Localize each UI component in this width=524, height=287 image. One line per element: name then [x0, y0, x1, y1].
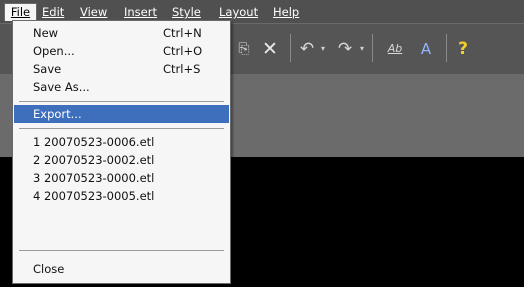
toolbar-separator — [372, 34, 373, 62]
font-icon[interactable]: A — [414, 37, 438, 61]
delete-icon[interactable]: ✕ — [258, 37, 282, 61]
menu-separator — [19, 128, 224, 129]
menu-style[interactable]: Style — [172, 4, 201, 20]
toolbar-separator — [290, 34, 291, 62]
menu-edit[interactable]: Edit — [42, 4, 64, 20]
spelling-icon[interactable]: Ab — [380, 37, 410, 61]
menu-item-save[interactable]: Save Ctrl+S — [14, 61, 229, 78]
menu-item-new[interactable]: New Ctrl+N — [14, 25, 229, 42]
menu-separator — [19, 250, 224, 251]
menu-view[interactable]: View — [80, 4, 107, 20]
menu-separator — [19, 101, 224, 102]
menu-item-open[interactable]: Open... Ctrl+O — [14, 43, 229, 60]
recent-file-2[interactable]: 2 20070523-0002.etl — [14, 152, 229, 169]
copy-icon[interactable]: ⎘ — [232, 37, 256, 61]
file-menu-dropdown: New Ctrl+N Open... Ctrl+O Save Ctrl+S Sa… — [12, 20, 231, 284]
menu-item-close[interactable]: Close — [14, 261, 229, 278]
toolbar-separator — [446, 34, 447, 62]
recent-file-1[interactable]: 1 20070523-0006.etl — [14, 134, 229, 151]
menu-layout[interactable]: Layout — [219, 4, 258, 20]
undo-icon[interactable]: ↶ — [296, 37, 318, 61]
recent-file-4[interactable]: 4 20070523-0005.etl — [14, 188, 229, 205]
undo-dropdown-icon[interactable]: ▾ — [321, 37, 325, 61]
menu-insert[interactable]: Insert — [124, 4, 157, 20]
menu-item-save-as[interactable]: Save As... — [14, 79, 229, 96]
menu-help[interactable]: Help — [273, 4, 299, 20]
redo-icon[interactable]: ↷ — [334, 37, 356, 61]
menu-file[interactable]: File — [4, 3, 37, 21]
recent-file-3[interactable]: 3 20070523-0000.etl — [14, 170, 229, 187]
help-icon[interactable]: ? — [452, 37, 474, 61]
redo-dropdown-icon[interactable]: ▾ — [360, 37, 364, 61]
menu-item-export[interactable]: Export... — [14, 105, 229, 123]
